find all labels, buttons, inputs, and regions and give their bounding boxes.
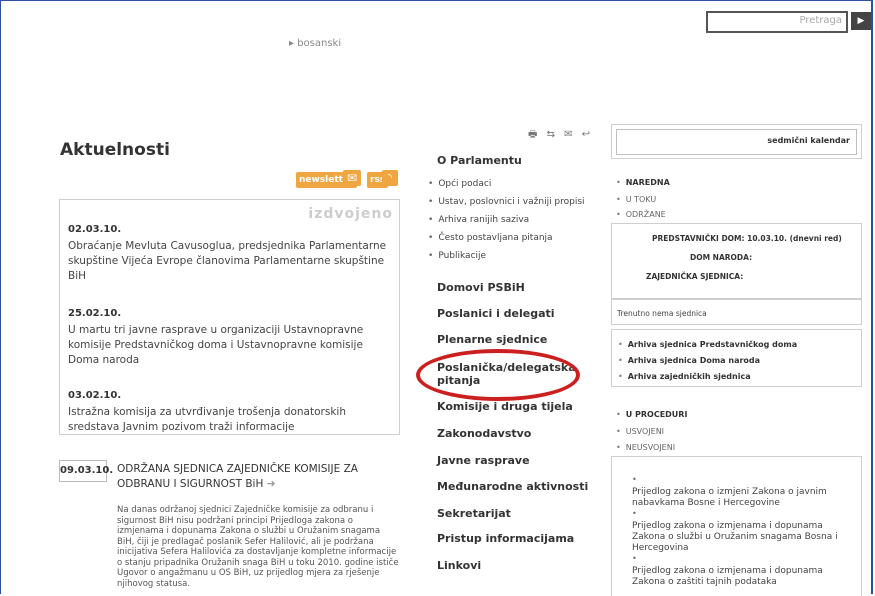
law-nav-usvojeni[interactable]: • USVOJENI — [616, 427, 664, 436]
calendar-box: sedmični kalendar — [611, 124, 862, 159]
nav-sekretarijat[interactable]: Sekretarijat — [437, 507, 577, 520]
news-date: 02.03.10. — [68, 224, 122, 235]
nav-medjunarodne[interactable]: Međunarodne aktivnosti — [437, 480, 597, 493]
session-nav-odrzane[interactable]: • ODRŽANE — [616, 210, 666, 219]
highlight-ellipse — [416, 349, 580, 401]
featured-headline-text[interactable]: ODRŽANA SJEDNICA ZAJEDNIČKE KOMISIJE ZA … — [117, 463, 358, 490]
news-date: 25.02.10. — [68, 308, 122, 319]
featured-body: Na danas održanoj sjednici Zajedničke ko… — [117, 505, 399, 589]
weekly-calendar-link[interactable]: sedmični kalendar — [616, 129, 857, 155]
nav-pristup[interactable]: Pristup informacijama — [437, 532, 597, 545]
bullet-icon: • — [632, 509, 637, 518]
law-link[interactable]: Prijedlog zakona o izmjenama i dopunama … — [632, 566, 854, 588]
search-input[interactable]: Pretraga — [706, 11, 848, 33]
law-nav-neusvojeni[interactable]: • NEUSVOJENI — [616, 443, 675, 452]
arrow-right-icon[interactable]: ➜ — [267, 478, 276, 490]
sub-link[interactable]: • Često postavljana pitanja — [428, 233, 553, 243]
archive-box: • Arhiva sjednica Predstavničkog doma • Ar… — [611, 329, 862, 387]
page-title: Aktuelnosti — [60, 140, 170, 160]
sessions-box: PREDSTAVNIČKI DOM: 10.03.10. (dnevni red… — [611, 223, 862, 299]
featured-date: 09.03.10. — [59, 460, 113, 482]
sub-link[interactable]: • Publikacije — [428, 251, 486, 261]
sub-link[interactable]: • Ustav, poslovnici i važniji propisi — [428, 197, 585, 207]
session-nav-naredna[interactable]: • NAREDNA — [616, 178, 670, 187]
page-tools[interactable]: 🖶 ⇆ ✉ ↩ — [528, 127, 593, 144]
bullet-icon: • — [632, 475, 637, 484]
archive-link[interactable]: • Arhiva zajedničkih sjednica — [618, 372, 751, 381]
featured-news-box: izdvojeno 02.03.10. Obraćanje Mevluta Ca… — [59, 199, 400, 435]
nav-domovi[interactable]: Domovi PSBiH — [437, 281, 577, 294]
nav-javne-rasprave[interactable]: Javne rasprave — [437, 454, 577, 467]
news-link[interactable]: Obraćanje Mevluta Cavusoglua, predsjedni… — [68, 239, 390, 284]
rss-icon[interactable]: ◝ — [382, 170, 398, 186]
envelope-icon[interactable]: ✉ — [343, 170, 361, 186]
section-title-o-parlamentu[interactable]: O Parlamentu — [437, 154, 522, 167]
nav-zakonodavstvo[interactable]: Zakonodavstvo — [437, 427, 577, 440]
session-zajednicka: ZAJEDNIČKA SJEDNICA: — [646, 272, 744, 281]
laws-box: • Prijedlog zakona o izmjeni Zakona o ja… — [611, 456, 862, 596]
featured-headline[interactable]: ODRŽANA SJEDNICA ZAJEDNIČKE KOMISIJE ZA … — [117, 462, 397, 492]
bullet-icon: • — [632, 554, 637, 563]
language-link[interactable]: ▸ bosanski — [289, 38, 341, 49]
law-link[interactable]: Prijedlog zakona o izmjenama i dopunama … — [632, 521, 854, 554]
session-nav-u-toku[interactable]: • U TOKU — [616, 195, 656, 204]
archive-link[interactable]: • Arhiva sjednica Doma naroda — [618, 356, 760, 365]
law-nav-u-proceduri[interactable]: • U PROCEDURI — [616, 410, 687, 419]
session-pd[interactable]: PREDSTAVNIČKI DOM: 10.03.10. (dnevni red… — [652, 234, 842, 243]
nav-komisije[interactable]: Komisije i druga tijela — [437, 400, 577, 413]
news-date: 03.02.10. — [68, 390, 122, 401]
nav-plenarne[interactable]: Plenarne sjednice — [437, 333, 577, 346]
izdvojeno-label: izdvojeno — [308, 206, 393, 222]
nav-linkovi[interactable]: Linkovi — [437, 559, 577, 572]
session-dn: DOM NARODA: — [690, 253, 753, 262]
nav-poslanici[interactable]: Poslanici i delegati — [437, 307, 577, 320]
news-link[interactable]: U martu tri javne rasprave u organizacij… — [68, 323, 390, 368]
no-session-text: Trenutno nema sjednica — [611, 299, 862, 325]
search-button[interactable]: ▶ — [851, 12, 871, 30]
archive-link[interactable]: • Arhiva sjednica Predstavničkog doma — [618, 340, 797, 349]
sub-link[interactable]: • Opći podaci — [428, 179, 491, 189]
news-link[interactable]: Istražna komisija za utvrđivanje trošenj… — [68, 405, 390, 435]
sub-link[interactable]: • Arhiva ranijih saziva — [428, 215, 529, 225]
law-link[interactable]: Prijedlog zakona o izmjeni Zakona o javn… — [632, 487, 854, 509]
